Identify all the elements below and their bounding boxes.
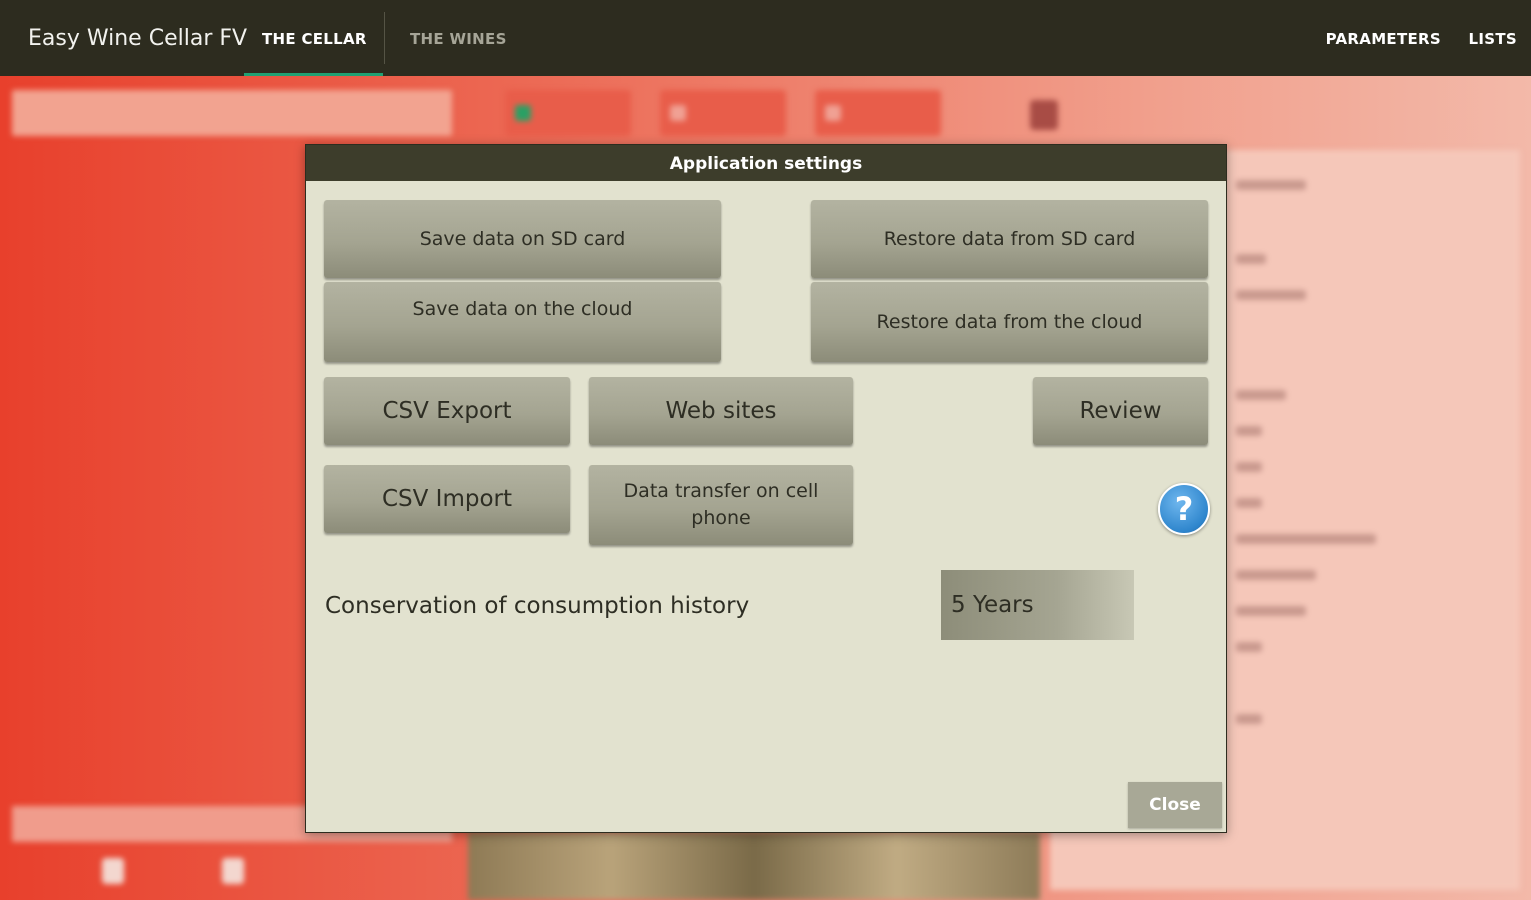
tab-the-wines[interactable]: THE WINES [410, 30, 507, 48]
app-bar: Easy Wine Cellar FV THE CELLAR THE WINES… [0, 0, 1531, 76]
save-sd-card-button[interactable]: Save data on SD card [324, 200, 721, 278]
app-title: Easy Wine Cellar FV [28, 26, 248, 51]
glass-icon [102, 858, 124, 884]
background-filter-chip [815, 90, 941, 136]
menu-lists[interactable]: LISTS [1469, 30, 1517, 48]
history-label: Conservation of consumption history [325, 593, 750, 619]
menu-parameters[interactable]: PARAMETERS [1326, 30, 1441, 48]
search-icon [222, 858, 244, 884]
tab-the-cellar[interactable]: THE CELLAR [262, 30, 367, 48]
web-sites-button[interactable]: Web sites [589, 377, 853, 445]
background-filter-chip [660, 90, 786, 136]
background-search-field [12, 90, 452, 136]
background-filter-chip [505, 90, 631, 136]
tab-divider [384, 12, 385, 64]
data-transfer-button[interactable]: Data transfer on cell phone [589, 465, 853, 545]
background-photo [468, 832, 1040, 900]
restore-sd-card-button[interactable]: Restore data from SD card [811, 200, 1208, 278]
dialog-title: Application settings [306, 145, 1226, 181]
close-button[interactable]: Close [1128, 782, 1222, 828]
application-settings-dialog: Application settings Save data on SD car… [305, 144, 1227, 833]
history-duration-select[interactable]: 5 Years [941, 570, 1134, 640]
help-icon[interactable]: ? [1158, 483, 1210, 535]
save-cloud-button[interactable]: Save data on the cloud [324, 282, 721, 362]
bottle-icon [1030, 100, 1058, 130]
csv-export-button[interactable]: CSV Export [324, 377, 570, 445]
review-button[interactable]: Review [1033, 377, 1208, 445]
csv-import-button[interactable]: CSV Import [324, 465, 570, 533]
restore-cloud-button[interactable]: Restore data from the cloud [811, 282, 1208, 362]
